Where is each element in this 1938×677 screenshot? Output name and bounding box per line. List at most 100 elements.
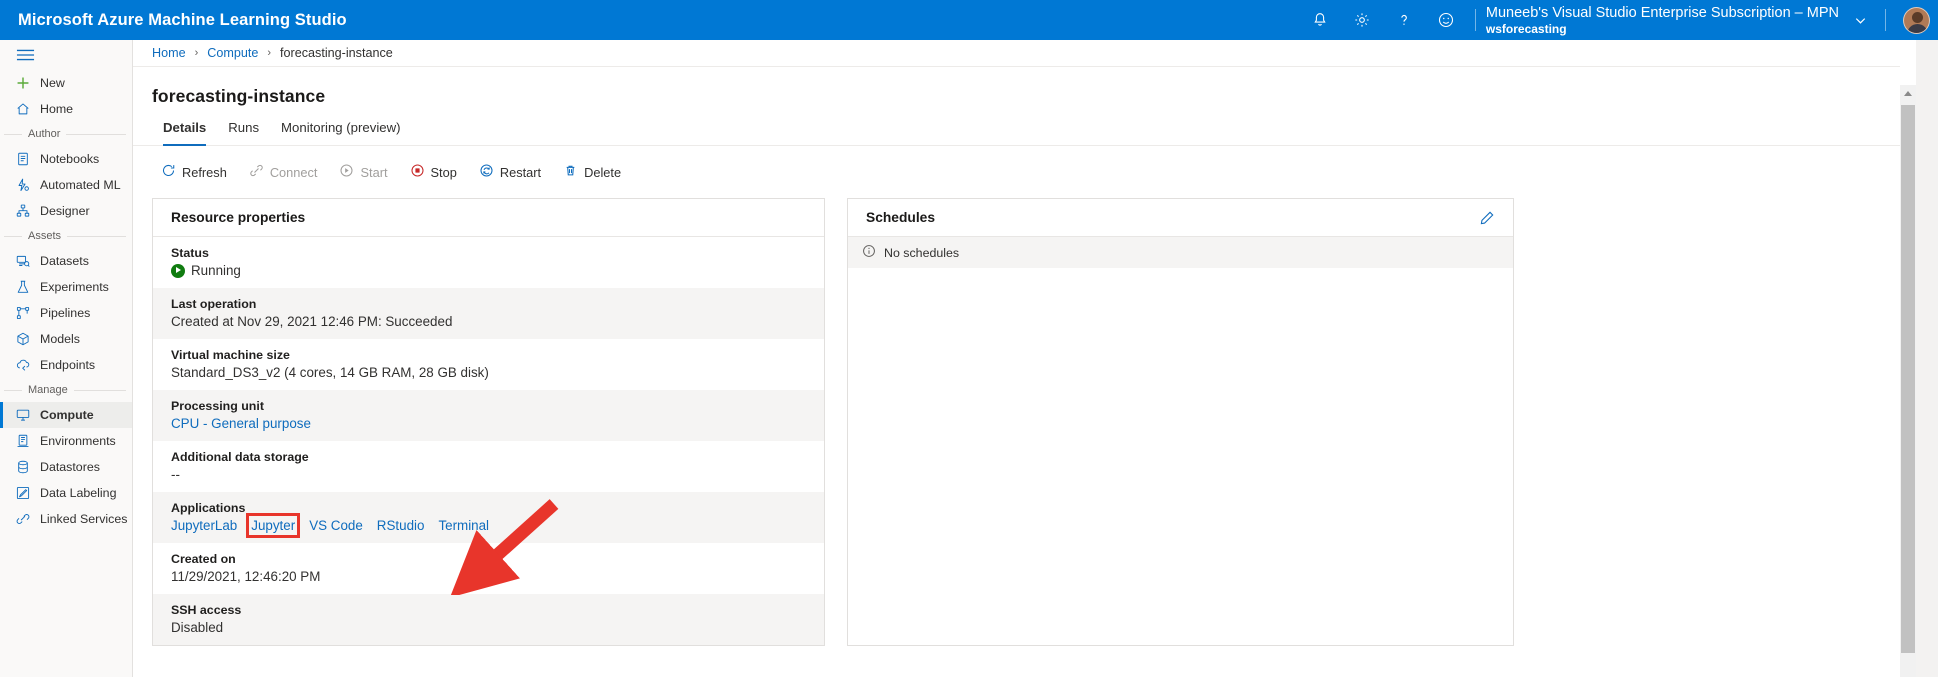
- sidebar-item-models[interactable]: Models: [0, 326, 132, 352]
- app-link-rstudio[interactable]: RStudio: [377, 518, 425, 533]
- stop-square-icon: [410, 163, 425, 181]
- property-row: Virtual machine sizeStandard_DS3_v2 (4 c…: [153, 339, 824, 390]
- app-link-vs-code[interactable]: VS Code: [309, 518, 363, 533]
- sidebar-item-pipelines[interactable]: Pipelines: [0, 300, 132, 326]
- datasets-icon: [14, 253, 31, 270]
- notification-bell-icon[interactable]: [1299, 0, 1341, 40]
- sidebar-item-datasets[interactable]: Datasets: [0, 248, 132, 274]
- command-stop-button[interactable]: Stop: [401, 158, 466, 186]
- application-links: JupyterLab Jupyter VS Code RStudio Terminal: [171, 518, 806, 533]
- app-link-jupyter[interactable]: Jupyter: [251, 518, 295, 533]
- property-label: Processing unit: [171, 399, 806, 413]
- sidebar-item-new[interactable]: New: [0, 70, 132, 96]
- sidebar-item-endpoints[interactable]: Endpoints: [0, 352, 132, 378]
- app-link-jupyterlab[interactable]: JupyterLab: [171, 518, 237, 533]
- refresh-icon: [161, 163, 176, 181]
- sidebar-item-environments[interactable]: Environments: [0, 428, 132, 454]
- settings-gear-icon[interactable]: [1341, 0, 1383, 40]
- scroll-up-arrow-icon[interactable]: [1900, 85, 1916, 102]
- sidebar-item-label: Datastores: [40, 460, 100, 474]
- property-row: Processing unit CPU - General purpose: [153, 390, 824, 441]
- nav-section-label: Manage: [28, 384, 68, 396]
- property-label: Status: [171, 246, 806, 260]
- header-divider-1: [1475, 9, 1476, 31]
- tab-details[interactable]: Details: [152, 120, 217, 145]
- property-value: --: [171, 467, 806, 482]
- resource-properties-list: StatusRunningLast operationCreated at No…: [153, 237, 824, 645]
- left-navigation: New Home Author Notebooks Automated ML Design…: [0, 40, 133, 677]
- schedules-empty-state: No schedules: [848, 237, 1513, 268]
- breadcrumb-item-home[interactable]: Home: [152, 46, 186, 60]
- sidebar-item-label: Environments: [40, 434, 116, 448]
- sidebar-item-designer[interactable]: Designer: [0, 198, 132, 224]
- sidebar-item-label: Home: [40, 102, 73, 116]
- property-value-link[interactable]: CPU - General purpose: [171, 416, 806, 431]
- user-avatar[interactable]: [1894, 0, 1938, 40]
- breadcrumb-item-compute[interactable]: Compute: [207, 46, 258, 60]
- help-question-icon[interactable]: [1383, 0, 1425, 40]
- sidebar-item-label: Endpoints: [40, 358, 95, 372]
- sidebar-item-compute[interactable]: Compute: [0, 402, 132, 428]
- tab-runs[interactable]: Runs: [217, 120, 270, 145]
- sidebar-item-experiments[interactable]: Experiments: [0, 274, 132, 300]
- command-delete-button[interactable]: Delete: [554, 158, 630, 186]
- sidebar-item-home[interactable]: Home: [0, 96, 132, 122]
- command-refresh-button[interactable]: Refresh: [152, 158, 236, 186]
- scrollbar-top-spacer: [1900, 40, 1916, 85]
- sidebar-item-notebooks[interactable]: Notebooks: [0, 146, 132, 172]
- linked-services-icon: [14, 511, 31, 528]
- delete-trash-icon: [563, 163, 578, 181]
- property-label: SSH access: [171, 603, 806, 617]
- nav-section-assets: Assets: [0, 224, 132, 248]
- sidebar-item-data-labeling[interactable]: Data Labeling: [0, 480, 132, 506]
- sidebar-item-label: Automated ML: [40, 178, 121, 192]
- command-restart-button[interactable]: Restart: [470, 158, 550, 186]
- command-bar: Refresh ConnectStartStopRestartDelete: [133, 146, 1938, 188]
- info-circle-icon: [862, 244, 876, 261]
- command-connect-button: Connect: [240, 158, 327, 186]
- nav-section-label: Author: [28, 128, 60, 140]
- feedback-smiley-icon[interactable]: [1425, 0, 1467, 40]
- sidebar-item-label: Notebooks: [40, 152, 99, 166]
- workspace-name: wsforecasting: [1486, 22, 1839, 36]
- right-gutter: [1916, 40, 1938, 677]
- property-row: Status Running: [153, 237, 824, 288]
- page-title: forecasting-instance: [133, 67, 1938, 107]
- sidebar-item-datastores[interactable]: Datastores: [0, 454, 132, 480]
- endpoints-cloud-icon: [14, 357, 31, 374]
- hamburger-menu-icon[interactable]: [0, 40, 132, 70]
- property-label: Last operation: [171, 297, 806, 311]
- designer-icon: [14, 203, 31, 220]
- property-value: Disabled: [171, 620, 806, 635]
- command-label: Refresh: [182, 165, 227, 180]
- sidebar-item-linked-services[interactable]: Linked Services: [0, 506, 132, 532]
- datastores-icon: [14, 459, 31, 476]
- panels-container: Resource properties StatusRunningLast op…: [133, 188, 1938, 646]
- schedules-header: Schedules: [848, 199, 1513, 237]
- chevron-down-icon[interactable]: [1843, 0, 1877, 40]
- connect-plug-icon: [249, 163, 264, 181]
- sidebar-item-label: Experiments: [40, 280, 109, 294]
- schedules-panel: Schedules No schedules: [847, 198, 1514, 646]
- vertical-scrollbar[interactable]: [1900, 85, 1916, 677]
- app-header: Microsoft Azure Machine Learning Studio: [0, 0, 1938, 40]
- nav-list: New Home Author Notebooks Automated ML Design…: [0, 70, 132, 532]
- restart-icon: [479, 163, 494, 181]
- app-link-terminal[interactable]: Terminal: [438, 518, 489, 533]
- sidebar-item-label: Datasets: [40, 254, 89, 268]
- scrollbar-thumb[interactable]: [1901, 105, 1915, 653]
- schedules-empty-text: No schedules: [884, 246, 959, 260]
- property-label: Virtual machine size: [171, 348, 806, 362]
- sidebar-item-automated-ml[interactable]: Automated ML: [0, 172, 132, 198]
- status-badge: Running: [171, 263, 806, 278]
- tab-monitoring-preview[interactable]: Monitoring (preview): [270, 120, 411, 145]
- edit-pencil-icon[interactable]: [1473, 204, 1501, 232]
- property-value: 11/29/2021, 12:46:20 PM: [171, 569, 806, 584]
- app-title: Microsoft Azure Machine Learning Studio: [18, 11, 347, 30]
- sidebar-item-label: Designer: [40, 204, 90, 218]
- subscription-selector[interactable]: Muneeb's Visual Studio Enterprise Subscr…: [1484, 0, 1843, 40]
- nav-section-manage: Manage: [0, 378, 132, 402]
- header-actions: Muneeb's Visual Studio Enterprise Subscr…: [1299, 0, 1938, 40]
- command-start-button: Start: [330, 158, 396, 186]
- property-label: Created on: [171, 552, 806, 566]
